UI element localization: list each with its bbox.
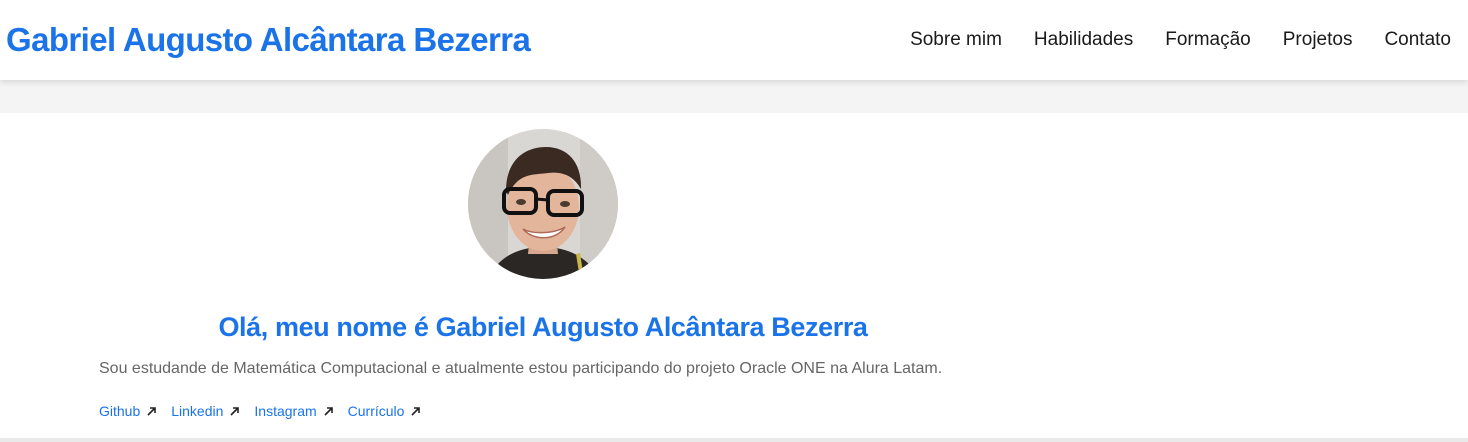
link-github[interactable]: Github <box>99 402 157 420</box>
link-label: Currículo <box>347 403 405 419</box>
link-label: Linkedin <box>171 403 224 419</box>
bio-text: Sou estudande de Matemática Computaciona… <box>99 360 943 377</box>
link-instagram[interactable]: Instagram <box>254 402 333 420</box>
external-link-icon <box>411 406 421 416</box>
external-link-icon <box>324 406 333 416</box>
link-linkedin[interactable]: Linkedin <box>171 402 240 420</box>
avatar <box>468 129 618 279</box>
greeting-heading: Olá, meu nome é Gabriel Augusto Alcântar… <box>218 312 868 342</box>
section-divider <box>0 438 1468 442</box>
profile-photo <box>468 129 618 279</box>
nav-link-contato[interactable]: Contato <box>1384 28 1451 52</box>
site-title[interactable]: Gabriel Augusto Alcântara Bezerra <box>6 20 531 60</box>
external-link-icon <box>147 406 157 416</box>
link-label: Github <box>99 403 141 419</box>
main-nav: Sobre mim Habilidades Formação Projetos … <box>910 28 1451 52</box>
about-section: Olá, meu nome é Gabriel Augusto Alcântar… <box>0 113 1468 438</box>
nav-link-sobre-mim[interactable]: Sobre mim <box>910 28 1002 52</box>
link-curriculo[interactable]: Currículo <box>348 402 422 420</box>
nav-link-formacao[interactable]: Formação <box>1165 28 1251 52</box>
nav-link-projetos[interactable]: Projetos <box>1283 28 1353 52</box>
site-header: Gabriel Augusto Alcântara Bezerra Sobre … <box>0 0 1468 80</box>
nav-link-habilidades[interactable]: Habilidades <box>1034 28 1133 52</box>
external-link-icon <box>230 406 240 416</box>
social-links: Github Linkedin Instagram Currículo <box>99 402 421 420</box>
link-label: Instagram <box>254 403 317 419</box>
